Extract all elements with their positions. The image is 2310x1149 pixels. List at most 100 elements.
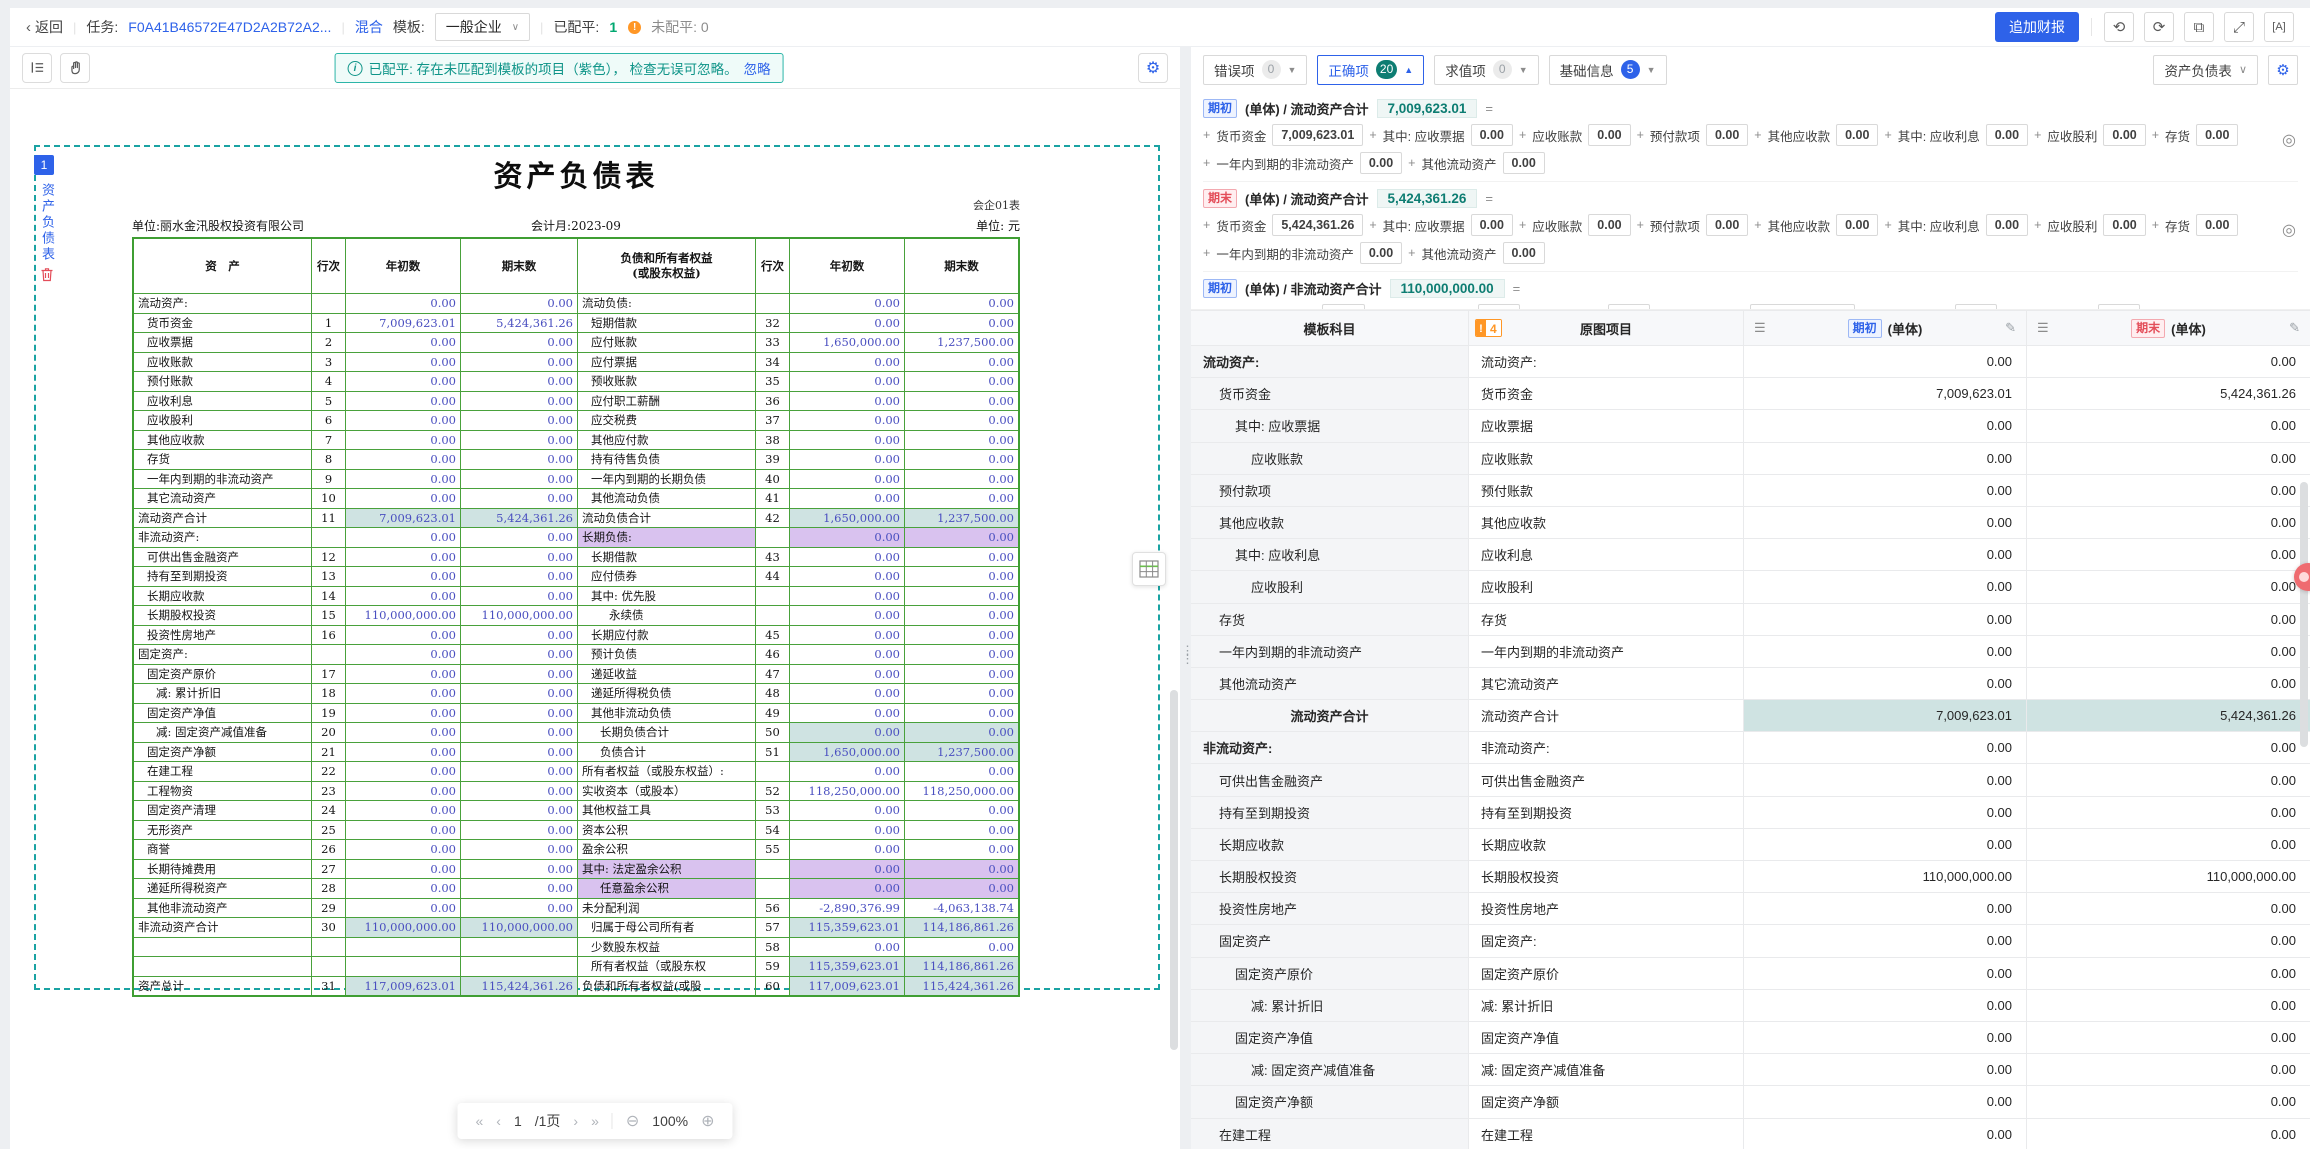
outline-icon[interactable] [22, 53, 52, 83]
term-value[interactable]: 0.00 [2196, 214, 2238, 236]
term-value[interactable]: 0.00 [1360, 152, 1402, 174]
mapping-table-row[interactable]: 固定资产固定资产:0.000.00 [1191, 925, 2310, 957]
term-value[interactable]: 0.00 [1836, 124, 1878, 146]
term-value[interactable]: 0.00 [2196, 124, 2238, 146]
mapping-table-row[interactable]: 固定资产净值固定资产净值0.000.00 [1191, 1022, 2310, 1054]
mapping-table-row[interactable]: 其他流动资产其它流动资产0.000.00 [1191, 668, 2310, 700]
term-value[interactable]: 0.00 [1588, 124, 1630, 146]
mapping-table-row[interactable]: 持有至到期投资持有至到期投资0.000.00 [1191, 797, 2310, 829]
mapping-table-row[interactable]: 可供出售金融资产可供出售金融资产0.000.00 [1191, 764, 2310, 796]
refresh-icon[interactable]: ⟳ [2144, 12, 2174, 42]
trash-icon[interactable] [40, 267, 54, 282]
term-value[interactable]: 7,009,623.01 [1272, 124, 1363, 146]
hand-tool-icon[interactable] [60, 53, 90, 83]
ignore-link[interactable]: 忽略 [744, 58, 771, 78]
mapping-table-row[interactable]: 长期应收款长期应收款0.000.00 [1191, 829, 2310, 861]
sheet-table-row[interactable]: 递延所得税资产280.000.00任意盈余公积0.000.00 [134, 878, 1018, 898]
term-value[interactable]: 0.00 [1471, 214, 1513, 236]
sheet-table-row[interactable]: 固定资产原价170.000.00递延收益470.000.00 [134, 664, 1018, 684]
sheet-table-row[interactable]: 一年内到期的非流动资产90.000.00一年内到期的长期负债400.000.00 [134, 469, 1018, 489]
sheet-table-row[interactable]: 非流动资产:0.000.00长期负债:0.000.00 [134, 527, 1018, 547]
sheet-table-row[interactable]: 预付账款40.000.00预收账款350.000.00 [134, 371, 1018, 391]
sheet-table-row[interactable]: 固定资产清理240.000.00其他权益工具530.000.00 [134, 800, 1018, 820]
mapping-table-row[interactable]: 非流动资产:非流动资产:0.000.00 [1191, 732, 2310, 764]
sheet-table-row[interactable]: 投资性房地产160.000.00长期应付款450.000.00 [134, 625, 1018, 645]
sheet-table-row[interactable]: 资产总计31117,009,623.01115,424,361.26负债和所有者… [134, 976, 1018, 996]
locate-icon[interactable]: ◎ [2282, 130, 2296, 150]
sheet-table-row[interactable]: 长期待摊费用270.000.00其中: 法定盈余公积0.000.00 [134, 859, 1018, 879]
mapping-table-row[interactable]: 其中: 应收票据应收票据0.000.00 [1191, 410, 2310, 442]
page-input[interactable]: 1 [514, 1113, 522, 1129]
report-type-select[interactable]: 资产负债表 ∨ [2153, 55, 2258, 85]
open-in-new-icon[interactable]: ⧉ [2184, 12, 2214, 42]
list-icon[interactable]: ☰ [1754, 320, 1766, 336]
sheet-table-row[interactable]: 可供出售金融资产120.000.00长期借款430.000.00 [134, 547, 1018, 567]
history-icon[interactable]: ⟲ [2104, 12, 2134, 42]
sheet-table-row[interactable]: 固定资产:0.000.00预计负债460.000.00 [134, 644, 1018, 664]
table-locate-icon[interactable] [1132, 552, 1166, 586]
sheet-table-row[interactable]: 减: 固定资产减值准备200.000.00长期负债合计500.000.00 [134, 722, 1018, 742]
append-report-button[interactable]: 追加财报 [1995, 12, 2079, 42]
sheet-table-row[interactable]: 其它流动资产100.000.00其他流动负债410.000.00 [134, 488, 1018, 508]
mapping-table-row[interactable]: 预付款项预付账款0.000.00 [1191, 475, 2310, 507]
term-value[interactable]: 0.00 [1706, 124, 1748, 146]
sheet-table-row[interactable]: 其他应收款70.000.00其他应付款380.000.00 [134, 430, 1018, 450]
term-value[interactable]: 0.00 [1986, 214, 2028, 236]
sheet-table-row[interactable]: 少数股东权益580.000.00 [134, 937, 1018, 957]
mapping-table-row[interactable]: 减: 固定资产减值准备减: 固定资产减值准备0.000.00 [1191, 1054, 2310, 1086]
mapping-table-row[interactable]: 固定资产原价固定资产原价0.000.00 [1191, 958, 2310, 990]
template-select[interactable]: 一般企业 ∨ [435, 13, 530, 41]
locate-icon[interactable]: ◎ [2282, 220, 2296, 240]
sheet-table-row[interactable]: 应收票据20.000.00应付账款331,650,000.001,237,500… [134, 332, 1018, 352]
tab-基础信息[interactable]: 基础信息5▼ [1549, 55, 1667, 85]
mapping-table-row[interactable]: 投资性房地产投资性房地产0.000.00 [1191, 893, 2310, 925]
first-page-icon[interactable]: « [475, 1113, 483, 1129]
sheet-table-row[interactable]: 固定资产净值190.000.00其他非流动负债490.000.00 [134, 703, 1018, 723]
mapping-table-row[interactable]: 应收股利应收股利0.000.00 [1191, 571, 2310, 603]
sheet-table-row[interactable]: 流动资产合计117,009,623.015,424,361.26流动负债合计42… [134, 508, 1018, 528]
fullscreen-icon[interactable]: ⤢ [2224, 12, 2254, 42]
term-value[interactable]: 0.00 [1706, 214, 1748, 236]
task-id-link[interactable]: F0A41B46572E47D2A2B72A2... [128, 19, 331, 35]
sheet-table-row[interactable]: 应收利息50.000.00应付职工薪酬360.000.00 [134, 391, 1018, 411]
sheet-table-row[interactable]: 存货80.000.00持有待售负债390.000.00 [134, 449, 1018, 469]
next-page-icon[interactable]: › [573, 1113, 578, 1129]
term-value[interactable]: 0.00 [1503, 152, 1545, 174]
mapping-table-row[interactable]: 货币资金货币资金7,009,623.015,424,361.26 [1191, 378, 2310, 410]
term-value[interactable]: 0.00 [1360, 242, 1402, 264]
sheet-table-row[interactable]: 无形资产250.000.00资本公积540.000.00 [134, 820, 1018, 840]
doc-settings-gear-icon[interactable]: ⚙ [1138, 53, 1168, 83]
sheet-side-tab[interactable]: 资产负债表 [38, 183, 57, 263]
sheet-table-row[interactable]: 商誉260.000.00盈余公积550.000.00 [134, 839, 1018, 859]
sheet-table-row[interactable]: 货币资金17,009,623.015,424,361.26短期借款320.000… [134, 313, 1018, 333]
back-button[interactable]: ‹ 返回 [26, 17, 63, 37]
panel-scrollbar[interactable] [2300, 482, 2308, 747]
panel-splitter[interactable]: ⋮⋮ [1180, 47, 1191, 1149]
sheet-table-row[interactable]: 长期应收款140.000.00其中: 优先股0.000.00 [134, 586, 1018, 606]
term-value[interactable]: 0.00 [1986, 124, 2028, 146]
term-value[interactable]: 0.00 [1836, 214, 1878, 236]
sheet-table-row[interactable]: 持有至到期投资130.000.00应付债券440.000.00 [134, 566, 1018, 586]
sheet-table-row[interactable]: 应收账款30.000.00应付票据340.000.00 [134, 352, 1018, 372]
mapping-table-row[interactable]: 流动资产合计流动资产合计7,009,623.015,424,361.26 [1191, 700, 2310, 732]
document-selection[interactable]: 1 资产负债表 资产负债表 会企01表 单位:丽水金汛股权投资有限公司 会计月:… [34, 145, 1160, 990]
sheet-table-row[interactable]: 减: 累计折旧180.000.00递延所得税负债480.000.00 [134, 683, 1018, 703]
mapping-table-row[interactable]: 减: 累计折旧减: 累计折旧0.000.00 [1191, 990, 2310, 1022]
document-scrollbar[interactable] [1170, 690, 1178, 1050]
tab-错误项[interactable]: 错误项0▼ [1203, 55, 1307, 85]
sheet-table-row[interactable]: 长期股权投资15110,000,000.00110,000,000.00永续债0… [134, 605, 1018, 625]
mapping-table-row[interactable]: 一年内到期的非流动资产一年内到期的非流动资产0.000.00 [1191, 636, 2310, 668]
sheet-table-row[interactable]: 流动资产:0.000.00流动负债:0.000.00 [134, 293, 1018, 313]
pencil-icon[interactable]: ✎ [2005, 320, 2016, 336]
mapping-table-row[interactable]: 在建工程在建工程0.000.00 [1191, 1119, 2310, 1149]
sheet-table-row[interactable]: 所有者权益（或股东权59115,359,623.01114,186,861.26 [134, 956, 1018, 976]
formula-total[interactable]: 5,424,361.26 [1377, 189, 1478, 208]
zoom-in-icon[interactable]: ⊕ [701, 1111, 714, 1131]
mapping-table-row[interactable]: 其他应收款其他应收款0.000.00 [1191, 507, 2310, 539]
formula-total[interactable]: 110,000,000.00 [1390, 279, 1505, 298]
sheet-table-row[interactable]: 其他非流动资产290.000.00未分配利润56-2,890,376.99-4,… [134, 898, 1018, 918]
list-icon[interactable]: ☰ [2037, 320, 2049, 336]
zoom-out-icon[interactable]: ⊖ [626, 1111, 639, 1131]
term-value[interactable]: 0.00 [1588, 214, 1630, 236]
mapping-table-row[interactable]: 长期股权投资长期股权投资110,000,000.00110,000,000.00 [1191, 861, 2310, 893]
